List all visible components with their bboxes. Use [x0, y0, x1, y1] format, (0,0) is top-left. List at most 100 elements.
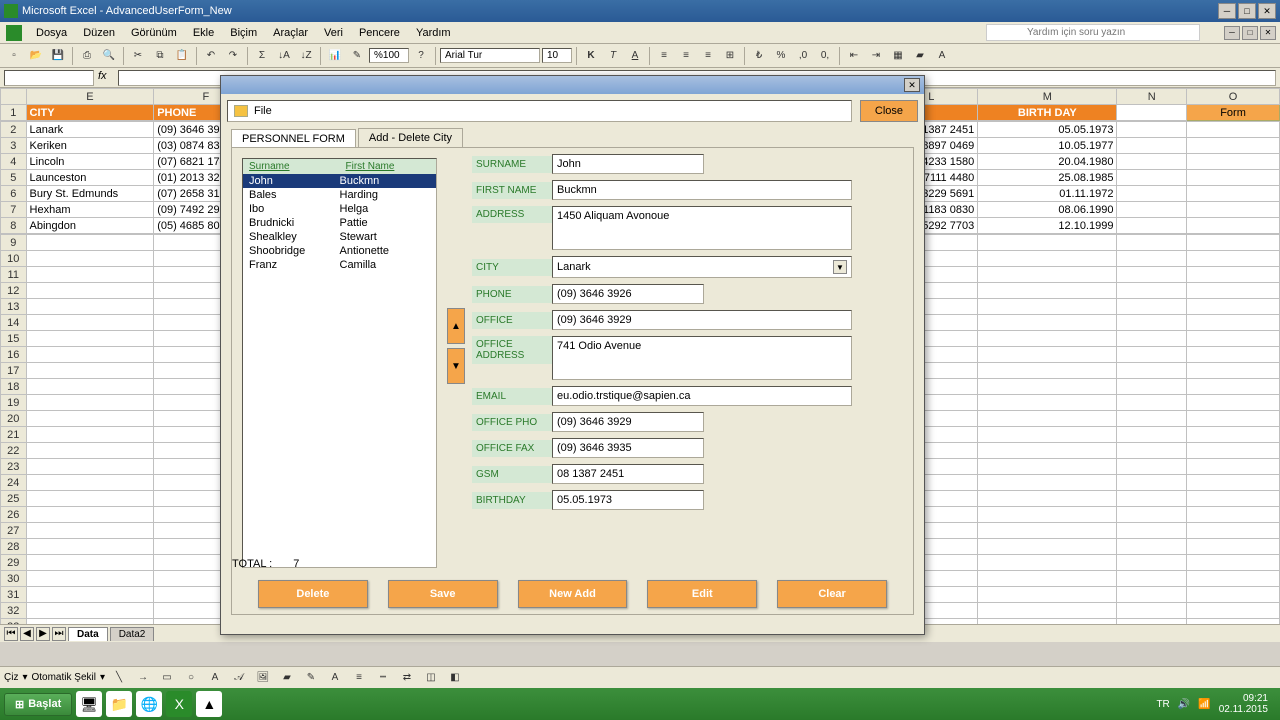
cell[interactable]: 25.08.1985 — [978, 170, 1117, 186]
row-header[interactable]: 8 — [1, 218, 27, 234]
indent-dec-icon[interactable]: ⇤ — [844, 46, 864, 66]
row-header[interactable]: 6 — [1, 186, 27, 202]
help-icon[interactable]: ? — [411, 46, 431, 66]
cell[interactable]: 05.05.1973 — [978, 122, 1117, 138]
row-header[interactable]: 32 — [1, 603, 27, 619]
input-phone[interactable] — [552, 284, 704, 304]
tab-prev-icon[interactable]: ◀ — [20, 627, 34, 641]
list-item[interactable]: ShoobridgeAntionette — [243, 244, 436, 258]
menu-insert[interactable]: Ekle — [185, 25, 222, 41]
tray-time[interactable]: 09:21 — [1219, 693, 1268, 704]
nav-down-button[interactable]: ▼ — [447, 348, 465, 384]
cell[interactable]: Launceston — [26, 170, 154, 186]
input-office[interactable] — [552, 310, 852, 330]
3d-icon[interactable]: ◧ — [445, 668, 465, 688]
row-header[interactable]: 11 — [1, 267, 27, 283]
input-firstname[interactable] — [552, 180, 852, 200]
cell[interactable]: Lanark — [26, 122, 154, 138]
cell[interactable]: Abingdon — [26, 218, 154, 234]
tray-date[interactable]: 02.11.2015 — [1219, 704, 1268, 715]
fontsize-combo[interactable] — [542, 48, 572, 63]
bold-icon[interactable]: K — [581, 46, 601, 66]
merge-icon[interactable]: ⊞ — [720, 46, 740, 66]
decimal-inc-icon[interactable]: ,0 — [793, 46, 813, 66]
wb-restore-button[interactable]: □ — [1242, 26, 1258, 40]
autoshape-label[interactable]: Otomatik Şekil — [31, 672, 95, 683]
tab-personnel-form[interactable]: PERSONNEL FORM — [231, 129, 356, 148]
wb-minimize-button[interactable]: ─ — [1224, 26, 1240, 40]
row-header[interactable]: 24 — [1, 475, 27, 491]
clipart-icon[interactable]: 🖼 — [253, 668, 273, 688]
open-icon[interactable]: 📂 — [26, 46, 46, 66]
row-header[interactable]: 30 — [1, 571, 27, 587]
combo-city[interactable]: Lanark▼ — [552, 256, 852, 278]
menu-edit[interactable]: Düzen — [75, 25, 123, 41]
list-item[interactable]: BrudnickiPattie — [243, 216, 436, 230]
row-header[interactable]: 3 — [1, 138, 27, 154]
sort-asc-icon[interactable]: ↓A — [274, 46, 294, 66]
indent-inc-icon[interactable]: ⇥ — [866, 46, 886, 66]
tab-next-icon[interactable]: ▶ — [36, 627, 50, 641]
row-header[interactable]: 4 — [1, 154, 27, 170]
col-header[interactable]: N — [1117, 89, 1187, 105]
row-header[interactable]: 18 — [1, 379, 27, 395]
name-box[interactable] — [4, 70, 94, 86]
list-item[interactable]: FranzCamilla — [243, 258, 436, 272]
taskbar-excel-icon[interactable]: X — [166, 691, 192, 717]
col-header[interactable]: E — [26, 89, 154, 105]
input-gsm[interactable] — [552, 464, 704, 484]
decimal-dec-icon[interactable]: 0, — [815, 46, 835, 66]
sheet-tab-data[interactable]: Data — [68, 627, 108, 641]
row-header[interactable]: 10 — [1, 251, 27, 267]
nav-up-button[interactable]: ▲ — [447, 308, 465, 344]
linestyle-icon[interactable]: ≡ — [349, 668, 369, 688]
tray-lang[interactable]: TR — [1156, 699, 1169, 710]
cell[interactable]: 08.06.1990 — [978, 202, 1117, 218]
row-header[interactable]: 28 — [1, 539, 27, 555]
dashstyle-icon[interactable]: ┅ — [373, 668, 393, 688]
delete-button[interactable]: Delete — [258, 580, 368, 608]
chart-icon[interactable]: 📊 — [325, 46, 345, 66]
close-button[interactable]: ✕ — [1258, 3, 1276, 19]
tab-add-delete-city[interactable]: Add - Delete City — [358, 128, 463, 147]
zoom-combo[interactable] — [369, 48, 409, 63]
chevron-down-icon[interactable]: ▼ — [833, 260, 847, 274]
cell-header[interactable]: BIRTH DAY — [978, 105, 1117, 121]
menu-window[interactable]: Pencere — [351, 25, 408, 41]
line-icon[interactable]: ╲ — [109, 668, 129, 688]
taskbar-explorer-icon[interactable]: 📁 — [106, 691, 132, 717]
col-header[interactable]: O — [1187, 89, 1280, 105]
row-header[interactable]: 16 — [1, 347, 27, 363]
input-officepho[interactable] — [552, 412, 704, 432]
clear-button[interactable]: Clear — [777, 580, 887, 608]
arrow-icon[interactable]: → — [133, 668, 153, 688]
font-color-icon[interactable]: A — [932, 46, 952, 66]
drawing-icon[interactable]: ✎ — [347, 46, 367, 66]
textbox-icon[interactable]: A — [205, 668, 225, 688]
fx-icon[interactable]: fx — [98, 70, 114, 86]
close-button[interactable]: Close — [860, 100, 918, 122]
row-header[interactable]: 29 — [1, 555, 27, 571]
cell[interactable]: 20.04.1980 — [978, 154, 1117, 170]
arrowstyle-icon[interactable]: ⇄ — [397, 668, 417, 688]
fill-icon[interactable]: ▰ — [277, 668, 297, 688]
linecolor-icon[interactable]: ✎ — [301, 668, 321, 688]
list-item[interactable]: IboHelga — [243, 202, 436, 216]
row-header[interactable]: 12 — [1, 283, 27, 299]
tray-network-icon[interactable]: 📶 — [1198, 699, 1210, 710]
minimize-button[interactable]: ─ — [1218, 3, 1236, 19]
shadow-icon[interactable]: ◫ — [421, 668, 441, 688]
maximize-button[interactable]: □ — [1238, 3, 1256, 19]
fontcolor2-icon[interactable]: A — [325, 668, 345, 688]
menu-tools[interactable]: Araçlar — [265, 25, 316, 41]
input-surname[interactable] — [552, 154, 704, 174]
print-icon[interactable]: ⎙ — [77, 46, 97, 66]
row-header[interactable]: 7 — [1, 202, 27, 218]
row-header[interactable]: 19 — [1, 395, 27, 411]
help-search[interactable] — [986, 24, 1200, 41]
row-header[interactable]: 26 — [1, 507, 27, 523]
align-right-icon[interactable]: ≡ — [698, 46, 718, 66]
list-item[interactable]: ShealkleyStewart — [243, 230, 436, 244]
rect-icon[interactable]: ▭ — [157, 668, 177, 688]
cell[interactable]: Hexham — [26, 202, 154, 218]
